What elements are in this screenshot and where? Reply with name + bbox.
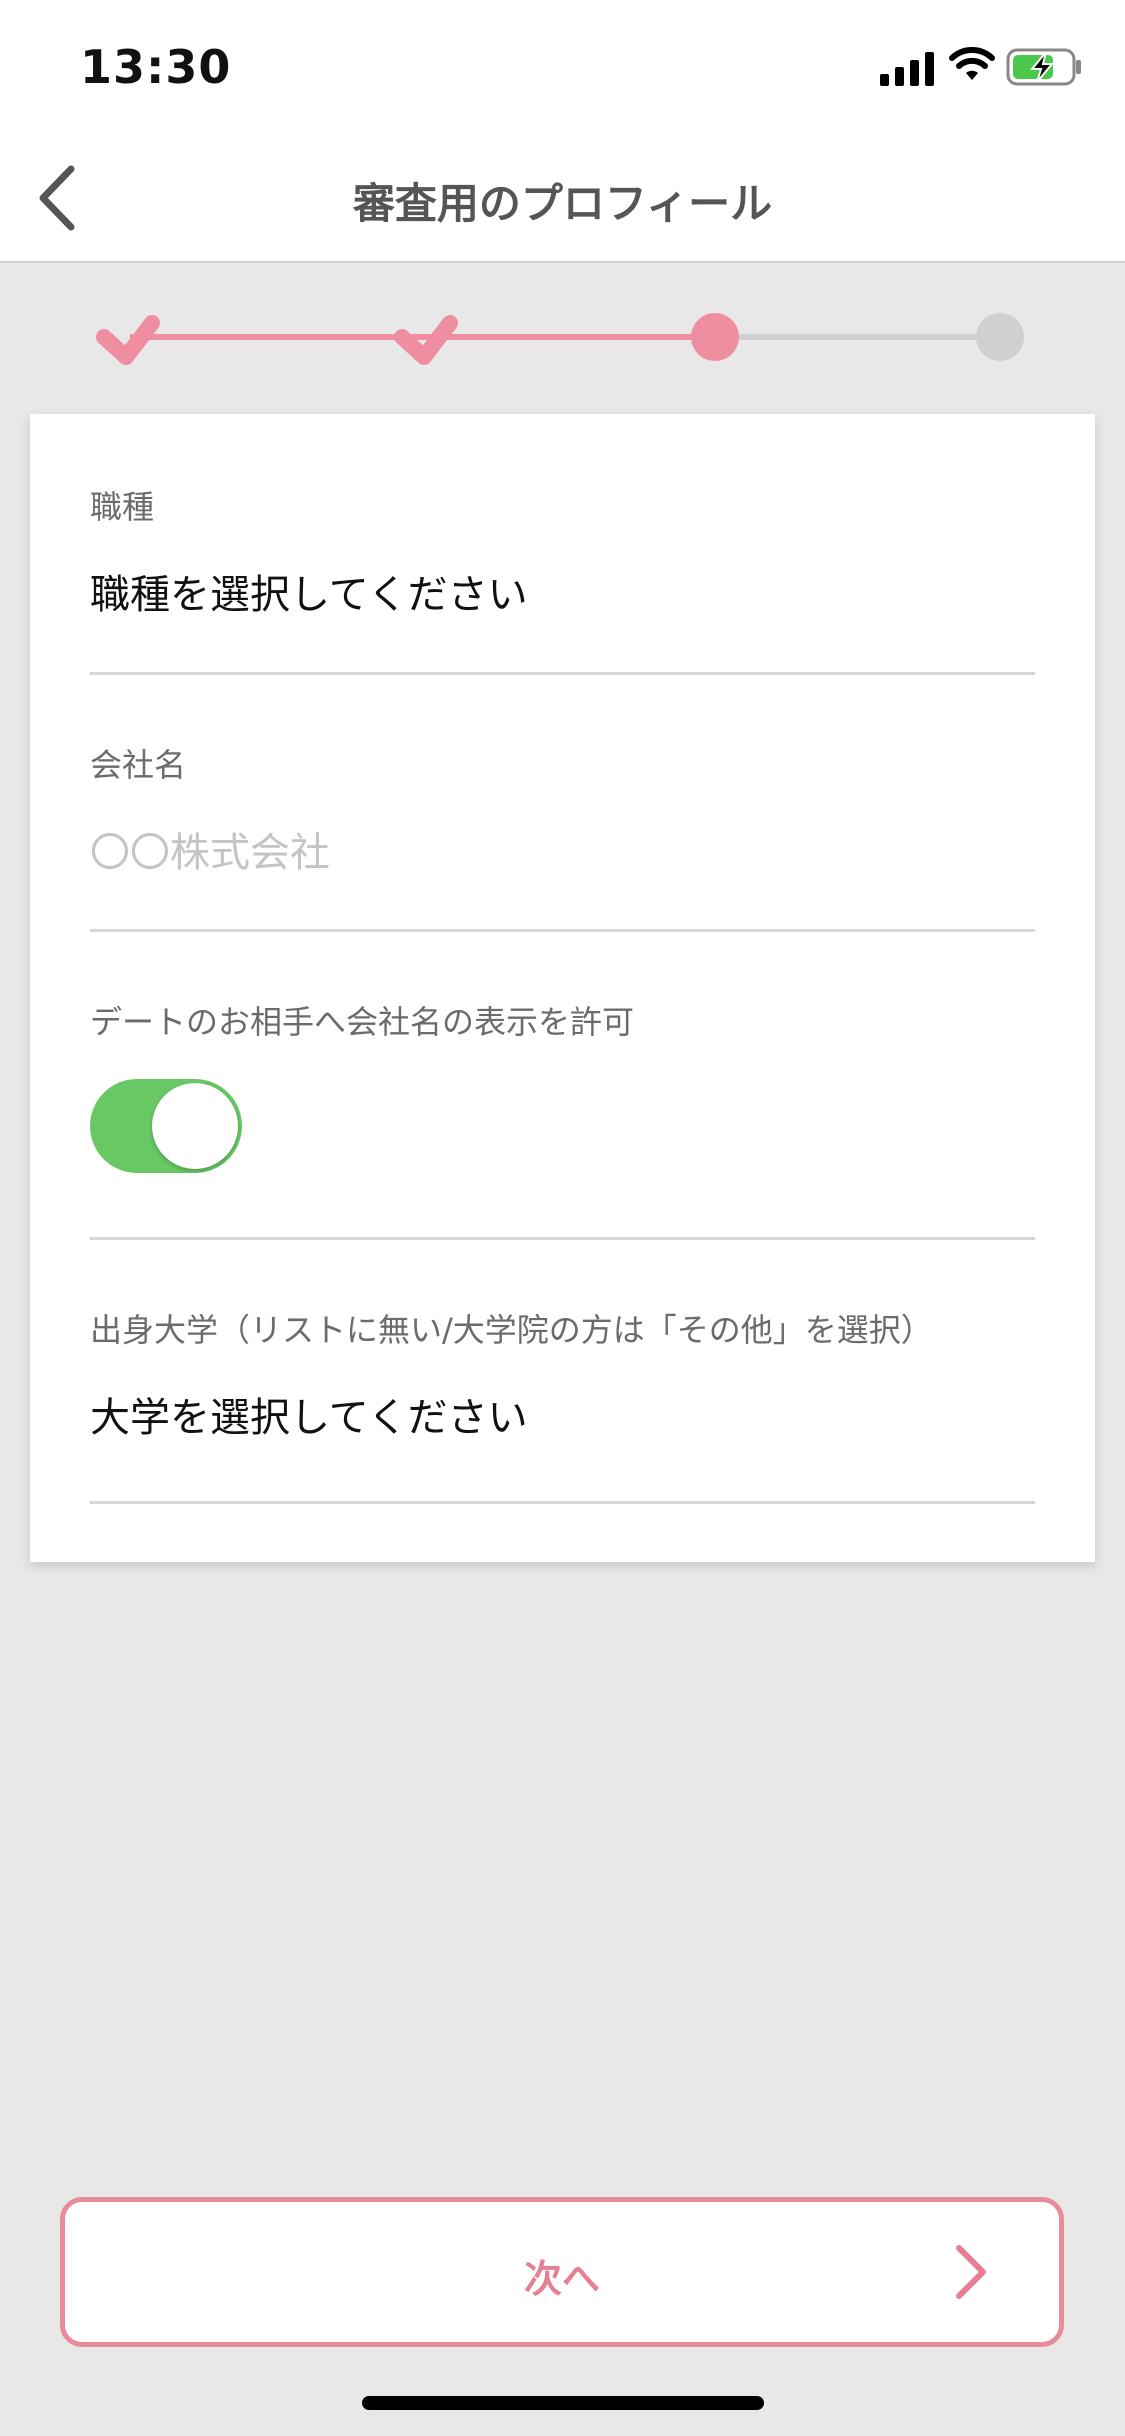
profile-form-card: 職種 職種を選択してください 会社名 〇〇株式会社 デートのお相手へ会社名の表示…	[30, 414, 1095, 1562]
home-indicator[interactable]	[362, 2396, 764, 2410]
university-select[interactable]: 大学を選択してください	[90, 1385, 528, 1443]
show-company-toggle[interactable]	[90, 1079, 242, 1173]
chevron-right-icon	[956, 2245, 986, 2299]
toggle-knob	[152, 1083, 238, 1169]
university-label: 出身大学（リストに無い/大学院の方は「その他」を選択）	[90, 1311, 933, 1349]
job-select[interactable]: 職種を選択してください	[90, 562, 528, 620]
step-4-pending	[976, 313, 1024, 361]
company-field[interactable]: 会社名 〇〇株式会社	[90, 672, 1035, 932]
job-label: 職種	[90, 488, 155, 526]
wifi-icon	[949, 47, 995, 80]
page-title: 審査用のプロフィール	[352, 179, 773, 228]
show-company-label: デートのお相手へ会社名の表示を許可	[90, 1003, 635, 1041]
status-bar: 13:30	[0, 0, 1125, 130]
company-label: 会社名	[90, 746, 187, 784]
nav-bar: 審査用のプロフィール	[0, 130, 1125, 263]
next-button-label: 次へ	[523, 2257, 600, 2301]
step-1-check-icon	[96, 315, 160, 365]
company-input[interactable]: 〇〇株式会社	[90, 820, 330, 878]
step-3-current	[691, 313, 739, 361]
status-time: 13:30	[80, 40, 232, 94]
next-button[interactable]: 次へ	[60, 2197, 1064, 2347]
job-field[interactable]: 職種 職種を選択してください	[90, 464, 1035, 675]
battery-charging-icon	[1006, 48, 1081, 86]
signal-icon	[880, 52, 934, 86]
step-progress	[96, 313, 1024, 365]
show-company-field: デートのお相手へ会社名の表示を許可	[90, 929, 1035, 1240]
university-field[interactable]: 出身大学（リストに無い/大学院の方は「その他」を選択） 大学を選択してください	[90, 1237, 1035, 1504]
